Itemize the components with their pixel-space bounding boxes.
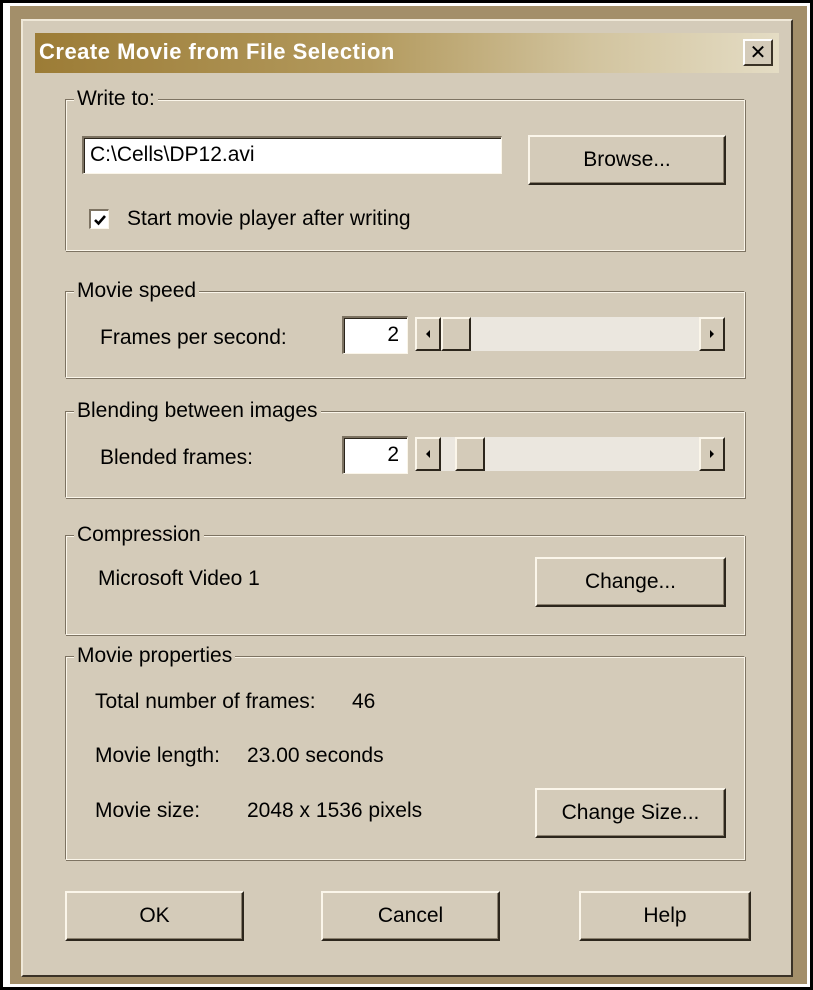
change-size-button[interactable]: Change Size... — [535, 788, 726, 838]
close-icon: ✕ — [749, 41, 767, 64]
movie-properties-group-label: Movie properties — [74, 643, 236, 669]
blended-increment-button[interactable] — [699, 437, 725, 471]
write-to-group-label: Write to: — [74, 86, 158, 112]
change-compression-button[interactable]: Change... — [535, 557, 726, 607]
fps-slider[interactable] — [415, 317, 725, 351]
fps-label: Frames per second: — [100, 326, 287, 349]
movie-length-label: Movie length: — [95, 744, 220, 767]
blended-frames-input[interactable]: 2 — [342, 436, 408, 474]
fps-slider-thumb[interactable] — [441, 317, 471, 351]
ok-button-label: OK — [139, 904, 170, 927]
dialog-window: Create Movie from File Selection ✕ Write… — [21, 19, 793, 977]
fps-input[interactable]: 2 — [342, 316, 408, 354]
close-button[interactable]: ✕ — [743, 39, 773, 66]
fps-increment-button[interactable] — [699, 317, 725, 351]
movie-size-label: Movie size: — [95, 799, 201, 822]
help-button[interactable]: Help — [579, 891, 751, 941]
movie-length-value: 23.00 seconds — [247, 744, 384, 767]
movie-speed-group-label: Movie speed — [74, 278, 200, 304]
browse-button[interactable]: Browse... — [528, 135, 726, 185]
cancel-button[interactable]: Cancel — [321, 891, 500, 941]
output-path-field[interactable]: C:\Cells\DP12.avi — [82, 136, 502, 174]
start-player-checkbox[interactable] — [89, 209, 109, 229]
ok-button[interactable]: OK — [65, 891, 244, 941]
arrow-right-icon — [710, 330, 714, 338]
change-size-label: Change Size... — [561, 801, 700, 824]
help-button-label: Help — [643, 904, 687, 927]
blending-group-label: Blending between images — [74, 398, 321, 424]
blended-frames-slider[interactable] — [415, 437, 725, 471]
arrow-left-icon — [426, 450, 430, 458]
arrow-left-icon — [426, 330, 430, 338]
title-bar[interactable]: Create Movie from File Selection ✕ — [35, 33, 779, 73]
compression-codec: Microsoft Video 1 — [98, 567, 260, 590]
movie-size-value: 2048 x 1536 pixels — [247, 799, 423, 822]
fps-decrement-button[interactable] — [415, 317, 441, 351]
check-icon — [93, 214, 106, 225]
arrow-right-icon — [710, 450, 714, 458]
compression-group-label: Compression — [74, 522, 204, 548]
total-frames-label: Total number of frames: — [95, 690, 316, 713]
window-title: Create Movie from File Selection — [39, 39, 395, 64]
blended-decrement-button[interactable] — [415, 437, 441, 471]
total-frames-value: 46 — [352, 690, 376, 713]
start-player-label[interactable]: Start movie player after writing — [127, 207, 411, 231]
blended-slider-thumb[interactable] — [455, 437, 485, 471]
change-compression-label: Change... — [584, 570, 677, 593]
browse-button-label: Browse... — [583, 148, 671, 171]
cancel-button-label: Cancel — [377, 904, 444, 927]
blended-frames-label: Blended frames: — [100, 446, 253, 469]
